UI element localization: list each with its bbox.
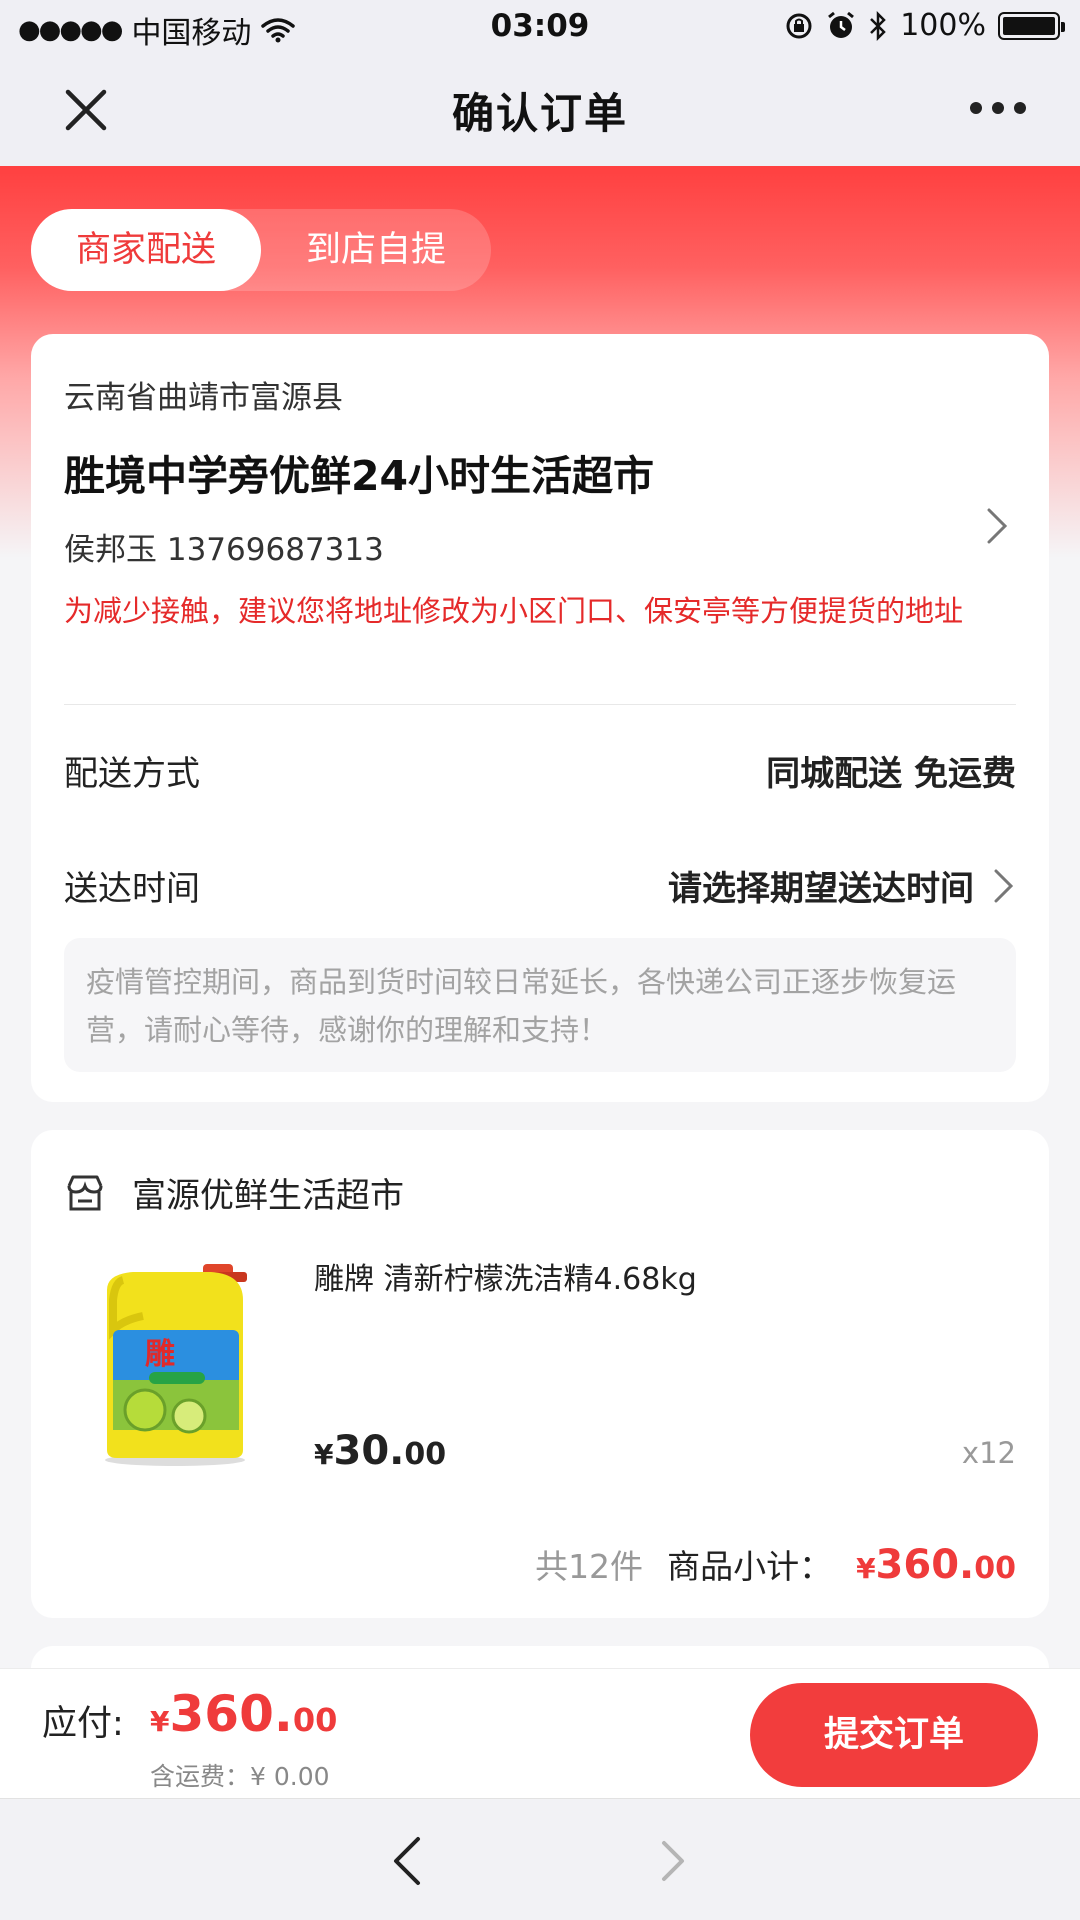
- browser-toolbar: [0, 1798, 1080, 1920]
- rotation-lock-icon: [786, 13, 812, 38]
- chevron-right-icon[interactable]: [983, 504, 1013, 548]
- delivery-notice: 疫情管控期间，商品到货时间较日常延长，各快递公司正逐步恢复运营，请耐心等待，感谢…: [64, 938, 1016, 1072]
- shipping-method-text: 同城配送 免运费: [766, 754, 1016, 794]
- more-icon[interactable]: [970, 102, 1026, 114]
- chevron-right-icon[interactable]: [992, 866, 1016, 906]
- store-name[interactable]: 富源优鲜生活超市: [132, 1168, 404, 1217]
- address-tip: 为减少接触，建议您将地址修改为小区门口、保安亭等方便提货的地址: [64, 594, 964, 628]
- nav-bar: 确认订单: [0, 54, 1080, 166]
- status-right: 100%: [784, 8, 1065, 43]
- address-name[interactable]: 胜境中学旁优鲜24小时生活超市: [64, 442, 654, 502]
- address-contact[interactable]: 侯邦玉 13769687313: [64, 524, 384, 569]
- delivery-time-selector[interactable]: 请选择期望送达时间: [668, 861, 1016, 910]
- back-arrow-icon[interactable]: [388, 1833, 428, 1889]
- divider: [64, 704, 1016, 705]
- item-count: 共12件: [535, 1547, 644, 1586]
- shipping-method-value: 同城配送 免运费: [766, 746, 1016, 795]
- address-card: 云南省曲靖市富源县 胜境中学旁优鲜24小时生活超市 侯邦玉 1376968731…: [31, 334, 1049, 1102]
- shipping-fee-note: 含运费：¥ 0.00: [150, 1762, 330, 1791]
- tab-store-pickup[interactable]: 到店自提: [261, 209, 491, 291]
- amount-decimal: 00: [292, 1701, 338, 1739]
- product-image[interactable]: 雕: [93, 1260, 257, 1470]
- forward-arrow-icon[interactable]: [654, 1833, 694, 1889]
- product-price: ¥30.00: [314, 1428, 446, 1474]
- submit-order-button[interactable]: 提交订单: [750, 1683, 1038, 1787]
- status-bar: ●●●●● 中国移动 03:09 100%: [0, 0, 1080, 54]
- amount-symbol: ¥: [150, 1705, 170, 1738]
- delivery-time-label: 送达时间: [64, 869, 200, 909]
- shipping-method-label: 配送方式: [64, 754, 200, 794]
- price-symbol: ¥: [314, 1438, 334, 1471]
- store-card: 富源优鲜生活超市 雕 雕牌 清新柠檬洗洁精4.68kg ¥30.00 x12 共…: [31, 1130, 1049, 1618]
- address-region[interactable]: 云南省曲靖市富源县: [64, 372, 343, 417]
- tab-merchant-delivery[interactable]: 商家配送: [31, 209, 261, 291]
- store-header: 富源优鲜生活超市: [64, 1168, 404, 1217]
- svg-text:雕: 雕: [145, 1337, 175, 1372]
- bluetooth-icon: [870, 10, 886, 41]
- amount-due-label: 应付:: [42, 1704, 124, 1744]
- battery-percent: 100%: [900, 8, 986, 43]
- delivery-mode-switch: 商家配送 到店自提: [31, 209, 491, 291]
- battery-icon: [998, 11, 1065, 40]
- page-title: 确认订单: [451, 88, 628, 138]
- store-icon: [67, 1175, 103, 1210]
- product-quantity: x12: [961, 1436, 1016, 1470]
- delivery-time-value[interactable]: 请选择期望送达时间: [668, 861, 974, 910]
- amount-integer: 360.: [169, 1685, 293, 1743]
- alarm-icon: [828, 11, 855, 38]
- subtotal-symbol: ¥: [856, 1552, 876, 1585]
- amount-due: ¥360.00: [150, 1685, 337, 1743]
- subtotal-decimal: 00: [974, 1551, 1016, 1586]
- subtotal-price: ¥360.00: [856, 1542, 1016, 1588]
- subtotal-row: 共12件 商品小计： ¥360.00: [535, 1540, 1016, 1588]
- subtotal-integer: 360.: [875, 1542, 975, 1588]
- payment-bar: 应付: ¥360.00 含运费：¥ 0.00 提交订单: [0, 1668, 1080, 1798]
- price-integer: 30.: [333, 1428, 405, 1474]
- subtotal-label: 商品小计：: [667, 1547, 833, 1586]
- product-title[interactable]: 雕牌 清新柠檬洗洁精4.68kg: [314, 1254, 697, 1298]
- close-icon[interactable]: [58, 82, 114, 138]
- price-decimal: 00: [404, 1437, 447, 1472]
